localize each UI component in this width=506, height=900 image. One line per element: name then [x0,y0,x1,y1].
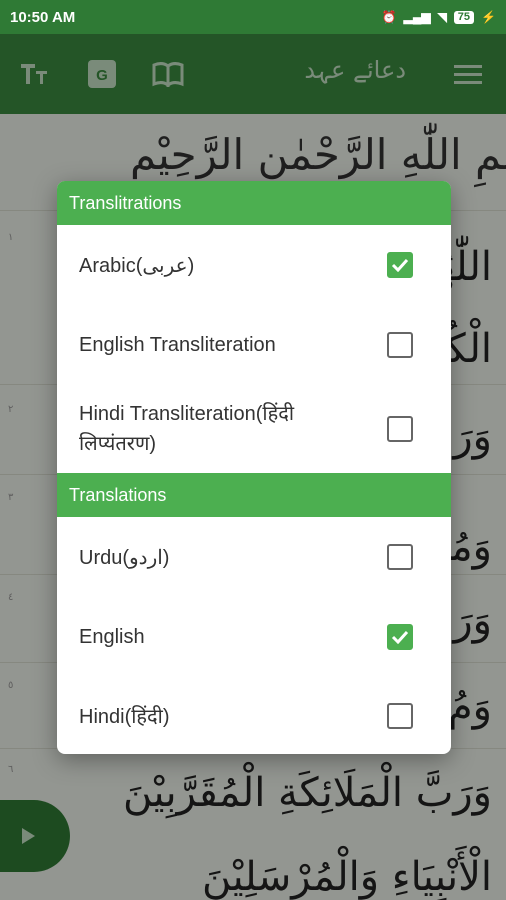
transliterations-header: Translitrations [57,181,451,225]
language-options-dialog: Translitrations Arabic(عربی) English Tra… [57,181,451,754]
option-hindi-transliteration[interactable]: Hindi Transliteration(हिंदी लिप्यंतरण) [57,385,451,473]
option-urdu[interactable]: Urdu(اردو) [57,517,451,597]
option-label: Urdu(اردو) [79,546,170,569]
charging-icon: ⚡ [481,10,496,24]
status-icons: ⏰ ▂▄▆ ◥ 75 ⚡ [382,10,496,24]
checkbox-hindi[interactable] [387,702,413,729]
checkbox-urdu[interactable] [387,544,413,570]
signal-icon: ▂▄▆ [403,10,431,24]
option-english-transliteration[interactable]: English Transliteration [57,305,451,385]
option-label: Hindi Transliteration(हिंदी लिप्यंतरण) [79,403,295,455]
battery-icon: 75 [453,10,475,24]
option-arabic[interactable]: Arabic(عربی) [57,225,451,305]
option-label: Hindi(हिंदी) [79,706,170,728]
checkbox-arabic[interactable] [387,252,413,278]
checkbox-english-transliteration[interactable] [387,332,413,358]
option-english[interactable]: English [57,597,451,677]
option-label: English [79,625,145,648]
status-bar: 10:50 AM ⏰ ▂▄▆ ◥ 75 ⚡ [0,0,506,34]
checkbox-hindi-transliteration[interactable] [387,416,413,442]
alarm-icon: ⏰ [381,10,397,24]
wifi-icon: ◥ [437,10,447,24]
option-hindi[interactable]: Hindi(हिंदी) [57,677,451,754]
translations-header: Translations [57,473,451,517]
option-label: Arabic(عربی) [79,254,195,277]
option-label: English Transliteration [79,333,276,356]
checkbox-english[interactable] [387,624,413,650]
status-time: 10:50 AM [10,8,76,26]
